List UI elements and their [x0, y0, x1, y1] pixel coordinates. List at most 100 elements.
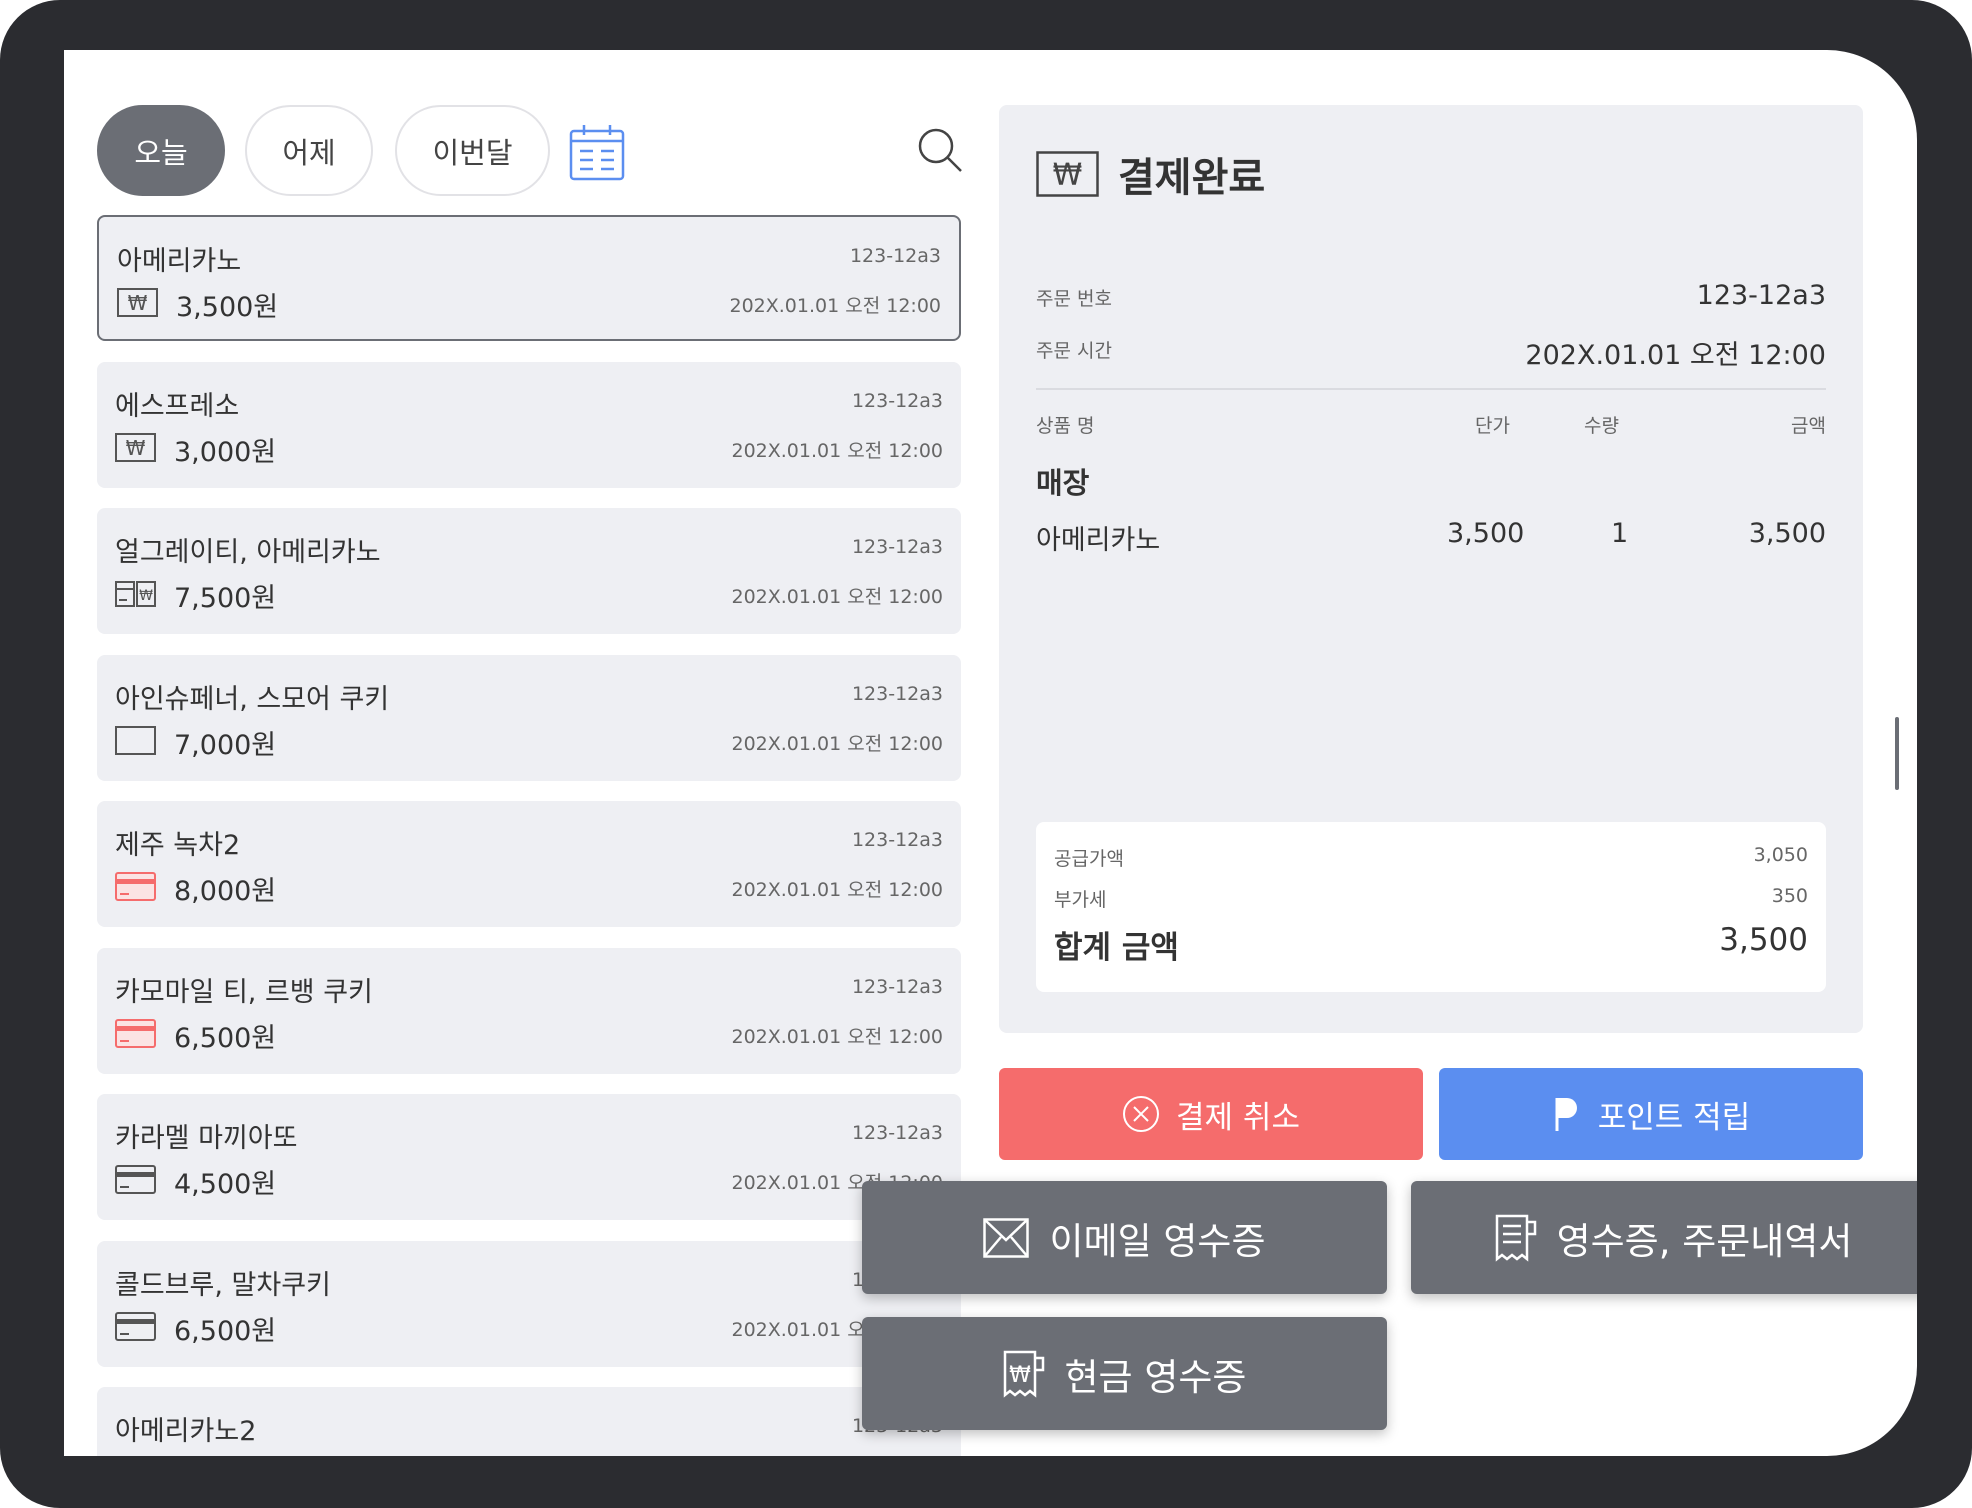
supply-amount-value: 3,050 — [1753, 844, 1808, 866]
item-name: 아메리카노 — [1036, 525, 1161, 556]
item-quantity: 1 — [1611, 518, 1629, 549]
order-name: 에스프레소 — [115, 391, 240, 422]
cash-receipt-button[interactable]: ₩ 현금 영수증 — [862, 1317, 1387, 1430]
order-card[interactable]: 카라멜 마끼아또 123-12a3 4,500원 202X.01.01 오전 1… — [97, 1094, 961, 1220]
won-icon: ₩ — [1036, 151, 1099, 197]
earn-points-button[interactable]: 포인트 적립 — [1439, 1068, 1863, 1160]
search-icon[interactable] — [916, 126, 964, 174]
order-amount: 8,000원 — [174, 876, 277, 907]
order-number: 123-12a3 — [851, 536, 943, 558]
order-card[interactable]: 카모마일 티, 르뱅 쿠키 123-12a3 6,500원 202X.01.01… — [97, 948, 961, 1074]
red-card-icon — [115, 1019, 156, 1048]
filter-yesterday-label: 어제 — [282, 135, 336, 170]
order-date: 202X.01.01 오전 12:00 — [729, 295, 941, 317]
red-card-icon — [115, 872, 156, 901]
order-name: 콜드브루, 말차쿠키 — [115, 1270, 331, 1301]
order-card[interactable]: 아인슈페너, 스모어 쿠키 123-12a3 7,000원 202X.01.01… — [97, 655, 961, 781]
vat-value: 350 — [1771, 885, 1808, 907]
split-payment-icon: ₩ — [115, 581, 156, 607]
order-amount: 4,500원 — [174, 1169, 277, 1200]
order-date: 202X.01.01 오전 12:00 — [731, 733, 943, 755]
column-amount: 금액 — [1791, 415, 1826, 437]
divider — [1036, 388, 1826, 390]
section-dine-in: 매장 — [1036, 466, 1090, 500]
filter-today-button[interactable]: 오늘 — [97, 105, 225, 196]
column-quantity: 수량 — [1584, 415, 1619, 437]
svg-text:₩: ₩ — [139, 588, 153, 604]
won-icon: ₩ — [117, 288, 158, 317]
order-card[interactable]: 제주 녹차2 123-12a3 8,000원 202X.01.01 오전 12:… — [97, 801, 961, 927]
column-product: 상품 명 — [1036, 415, 1095, 437]
filter-yesterday-button[interactable]: 어제 — [245, 105, 373, 196]
order-amount: 6,500원 — [174, 1316, 277, 1347]
envelope-icon — [983, 1217, 1030, 1258]
card-icon — [115, 1312, 156, 1341]
calendar-icon[interactable] — [569, 123, 625, 181]
receipt-order-history-button[interactable]: 영수증, 주문내역서 — [1411, 1181, 1917, 1294]
email-receipt-button[interactable]: 이메일 영수증 — [862, 1181, 1387, 1294]
order-amount: 7,000원 — [174, 730, 277, 761]
order-name: 아메리카노 — [117, 246, 242, 277]
cancel-payment-label: 결제 취소 — [1176, 1099, 1300, 1136]
order-card[interactable]: 아메리카노2 123-12a3 — [97, 1387, 961, 1456]
earn-points-label: 포인트 적립 — [1597, 1099, 1751, 1136]
total-amount-label: 합계 금액 — [1054, 930, 1179, 966]
supply-amount-label: 공급가액 — [1054, 848, 1124, 870]
order-card[interactable]: 에스프레소 123-12a3 ₩ 3,000원 202X.01.01 오전 12… — [97, 362, 961, 488]
receipt-icon — [1495, 1214, 1536, 1262]
filter-this-month-button[interactable]: 이번달 — [395, 105, 550, 196]
order-name: 아인슈페너, 스모어 쿠키 — [115, 684, 390, 715]
filter-this-month-label: 이번달 — [432, 135, 513, 170]
order-date: 202X.01.01 오전 12:00 — [731, 440, 943, 462]
order-card[interactable]: 콜드브루, 말차쿠키 123-12a3 6,500원 202X.01.01 오전… — [97, 1241, 961, 1367]
filter-today-label: 오늘 — [134, 135, 188, 170]
svg-text:₩: ₩ — [128, 291, 148, 315]
order-amount: 3,000원 — [174, 437, 277, 468]
order-name: 제주 녹차2 — [115, 830, 241, 861]
svg-text:₩: ₩ — [126, 436, 146, 460]
order-date: 202X.01.01 오전 12:00 — [731, 586, 943, 608]
payment-status-title: 결제완료 — [1118, 155, 1266, 201]
svg-text:₩: ₩ — [1053, 158, 1083, 193]
receipt-order-history-label: 영수증, 주문내역서 — [1556, 1219, 1853, 1263]
vat-label: 부가세 — [1054, 889, 1107, 911]
order-card[interactable]: 아메리카노 123-12a3 ₩ 3,500원 202X.01.01 오전 12… — [97, 215, 961, 341]
order-number-value: 123-12a3 — [1696, 280, 1826, 311]
total-amount-value: 3,500 — [1719, 922, 1808, 958]
item-unit-price: 3,500 — [1447, 518, 1525, 549]
order-detail-panel: ₩ 결제완료 주문 번호 123-12a3 주문 시간 202X.01.01 오… — [999, 105, 1863, 1033]
order-number: 123-12a3 — [851, 390, 943, 412]
order-number: 123-12a3 — [851, 976, 943, 998]
order-number: 123-12a3 — [851, 683, 943, 705]
order-amount: 6,500원 — [174, 1023, 277, 1054]
order-number: 123-12a3 — [851, 829, 943, 851]
order-card[interactable]: 얼그레이티, 아메리카노 123-12a3 ₩ 7,500원 202X.01.0… — [97, 508, 961, 634]
cancel-circle-icon — [1123, 1096, 1160, 1132]
flag-icon — [1555, 1098, 1577, 1131]
order-amount: 3,500원 — [176, 292, 279, 323]
order-name: 카모마일 티, 르뱅 쿠키 — [115, 977, 373, 1008]
order-name: 아메리카노2 — [115, 1416, 257, 1447]
order-name: 카라멜 마끼아또 — [115, 1123, 298, 1154]
cash-receipt-label: 현금 영수증 — [1064, 1355, 1247, 1399]
blank-card-icon — [115, 726, 156, 755]
order-time-label: 주문 시간 — [1036, 340, 1112, 362]
scrollbar[interactable] — [1895, 717, 1899, 790]
order-date: 202X.01.01 오전 12:00 — [731, 1026, 943, 1048]
order-number: 123-12a3 — [851, 1122, 943, 1144]
screen: 오늘 어제 이번달 아메리카노 123-12a3 ₩ 3,500원 202X.0… — [64, 50, 1917, 1456]
order-name: 얼그레이티, 아메리카노 — [115, 537, 381, 568]
column-unit-price: 단가 — [1475, 415, 1510, 437]
item-amount: 3,500 — [1748, 518, 1826, 549]
won-icon: ₩ — [115, 433, 156, 462]
card-icon — [115, 1165, 156, 1194]
payment-summary: 공급가액 3,050 부가세 350 합계 금액 3,500 — [1036, 822, 1826, 992]
order-time-value: 202X.01.01 오전 12:00 — [1525, 340, 1826, 371]
cash-receipt-icon: ₩ — [1003, 1350, 1044, 1398]
order-date: 202X.01.01 오전 12:00 — [731, 879, 943, 901]
order-number: 123-12a3 — [849, 245, 941, 267]
order-amount: 7,500원 — [174, 583, 277, 614]
email-receipt-label: 이메일 영수증 — [1049, 1219, 1266, 1263]
order-number-label: 주문 번호 — [1036, 288, 1112, 310]
cancel-payment-button[interactable]: 결제 취소 — [999, 1068, 1423, 1160]
